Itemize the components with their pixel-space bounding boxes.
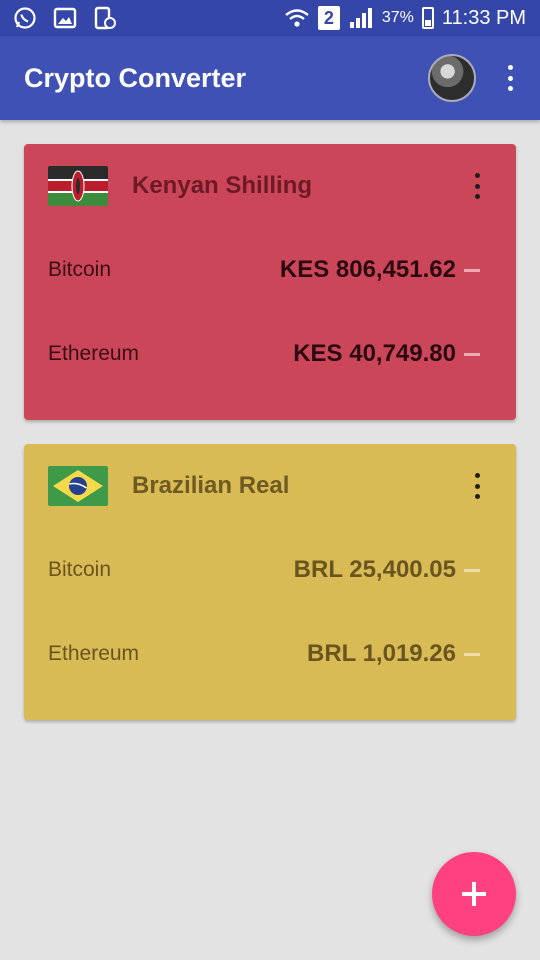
- kenya-flag-icon: [48, 166, 108, 206]
- clock: 11:33 PM: [441, 6, 526, 29]
- wifi-icon: [284, 6, 310, 30]
- system-status: 2 37% 11:33 PM: [284, 6, 526, 30]
- card-header: Kenyan Shilling: [48, 144, 492, 228]
- currency-card-brl[interactable]: Brazilian Real Bitcoin BRL 25,400.05 Eth…: [24, 444, 516, 720]
- rate-row-bitcoin: Bitcoin KES 806,451.62: [48, 228, 492, 312]
- battery-percent: 37%: [381, 9, 414, 26]
- rate-value: KES 40,749.80: [293, 340, 456, 367]
- sim-badge: 2: [317, 6, 340, 30]
- notification-icons: [12, 6, 118, 30]
- trend-dash-icon: [464, 652, 480, 656]
- rate-value: KES 806,451.62: [279, 256, 456, 283]
- card-more-vert-icon[interactable]: [472, 473, 482, 499]
- trend-dash-icon: [464, 268, 480, 272]
- trend-dash-icon: [464, 568, 480, 572]
- signal-icon: [348, 6, 374, 30]
- rate-row-ethereum: Ethereum BRL 1,019.26: [48, 612, 492, 696]
- rate-value: BRL 1,019.26: [307, 640, 456, 667]
- trend-dash-icon: [464, 352, 480, 356]
- battery-icon: [421, 7, 434, 29]
- card-more-vert-icon[interactable]: [472, 173, 482, 199]
- add-currency-button[interactable]: [432, 852, 516, 936]
- currency-name: Kenyan Shilling: [132, 172, 313, 199]
- plus-icon: [462, 882, 486, 906]
- app-title: Crypto Converter: [24, 62, 247, 93]
- status-bar: 2 37% 11:33 PM: [0, 0, 540, 36]
- app-bar-actions: [428, 54, 516, 102]
- gallery-icon: [52, 6, 78, 30]
- coin-name: Bitcoin: [48, 258, 112, 281]
- coin-name: Ethereum: [48, 642, 140, 665]
- currency-name: Brazilian Real: [132, 472, 290, 499]
- rate-row-ethereum: Ethereum KES 40,749.80: [48, 312, 492, 396]
- brazil-flag-icon: [48, 466, 108, 506]
- whatsapp-icon: [12, 6, 38, 30]
- currency-card-kes[interactable]: Kenyan Shilling Bitcoin KES 806,451.62 E…: [24, 144, 516, 420]
- avatar[interactable]: [428, 54, 476, 102]
- card-header: Brazilian Real: [48, 444, 492, 528]
- app-bar: Crypto Converter: [0, 36, 540, 120]
- rate-value: BRL 25,400.05: [293, 556, 456, 583]
- coin-name: Bitcoin: [48, 558, 112, 581]
- screenshot-icon: [92, 6, 118, 30]
- rate-row-bitcoin: Bitcoin BRL 25,400.05: [48, 528, 492, 612]
- more-vert-icon[interactable]: [504, 65, 516, 91]
- coin-name: Ethereum: [48, 342, 140, 365]
